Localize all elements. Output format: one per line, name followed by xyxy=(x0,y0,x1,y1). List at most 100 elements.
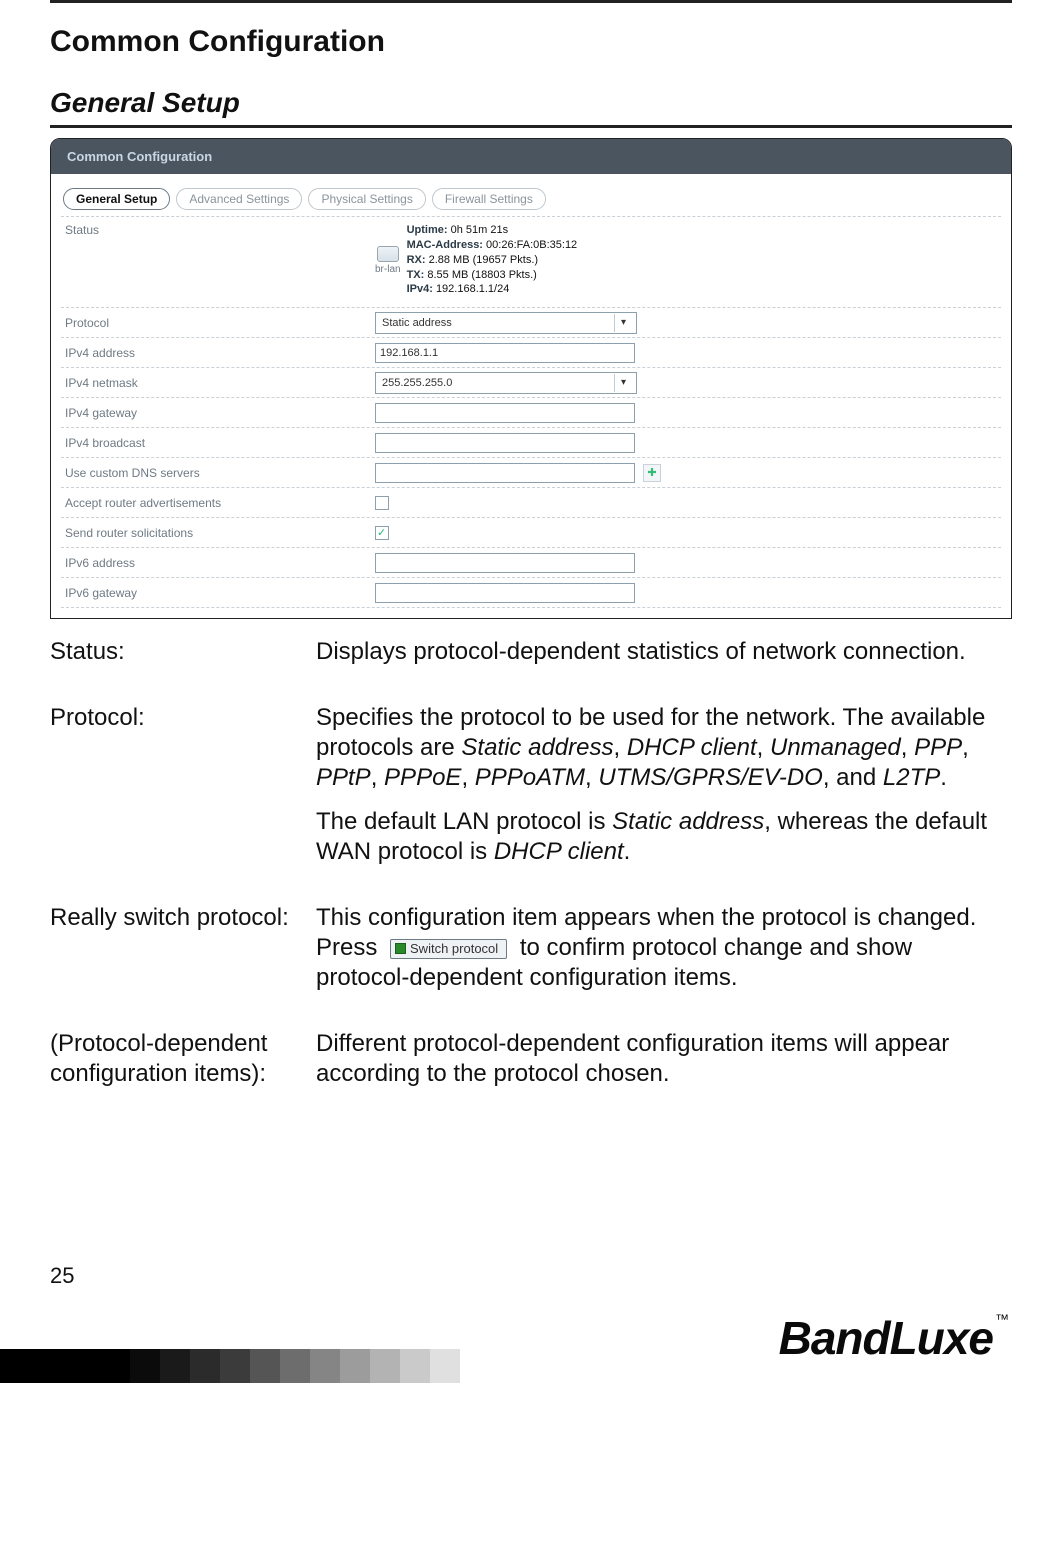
i: Static address xyxy=(461,734,613,761)
footer-square xyxy=(220,1349,250,1383)
description-section: Status: Displays protocol-dependent stat… xyxy=(50,637,1012,1103)
chevron-down-icon: ▾ xyxy=(614,374,632,392)
ipv6-gateway-label: IPv6 gateway xyxy=(65,586,375,600)
row-status: Status br-lan Uptime: 0h 51m 21s MAC-Add… xyxy=(61,217,1001,308)
rx-value: 2.88 MB (19657 Pkts.) xyxy=(429,254,538,266)
t: , and xyxy=(823,764,883,791)
row-protocol: Protocol Static address ▾ xyxy=(61,308,1001,338)
tabs: General Setup Advanced Settings Physical… xyxy=(63,188,1001,210)
i: PPP xyxy=(914,734,962,761)
footer-square xyxy=(130,1349,160,1383)
ipv4-address-label: IPv4 address xyxy=(65,346,375,360)
ipv6-gateway-input[interactable] xyxy=(375,583,635,603)
row-ipv6-address: IPv6 address xyxy=(61,548,1001,578)
row-send-rs: Send router solicitations xyxy=(61,518,1001,548)
desc-protocol-p1: Specifies the protocol to be used for th… xyxy=(316,703,1012,793)
i: L2TP xyxy=(883,764,940,791)
tab-firewall-settings[interactable]: Firewall Settings xyxy=(432,188,546,210)
ipv4-gateway-input[interactable] xyxy=(375,403,635,423)
ipv4-label: IPv4: xyxy=(407,283,433,295)
switch-protocol-label: Switch protocol xyxy=(410,941,498,956)
t: . xyxy=(940,764,947,791)
config-panel: Common Configuration General Setup Advan… xyxy=(50,138,1012,619)
footer-square xyxy=(190,1349,220,1383)
row-ipv4-gateway: IPv4 gateway xyxy=(61,398,1001,428)
desc-switch-text: This configuration item appears when the… xyxy=(316,903,1012,993)
i: PPtP xyxy=(316,764,371,791)
t: , xyxy=(962,734,969,761)
t: , xyxy=(757,734,770,761)
t: , xyxy=(371,764,384,791)
mac-label: MAC-Address: xyxy=(407,239,483,251)
i: DHCP client xyxy=(494,838,624,865)
ipv4-gateway-label: IPv4 gateway xyxy=(65,406,375,420)
page-title: Common Configuration xyxy=(50,25,1012,59)
rx-label: RX: xyxy=(407,254,426,266)
row-ipv4-netmask: IPv4 netmask 255.255.255.0 ▾ xyxy=(61,368,1001,398)
desc-status-term: Status: xyxy=(50,637,300,681)
t: . xyxy=(624,838,631,865)
config-panel-header: Common Configuration xyxy=(51,139,1011,174)
desc-protocol-term: Protocol: xyxy=(50,703,300,881)
status-label: Status xyxy=(65,223,375,237)
row-ipv6-gateway: IPv6 gateway xyxy=(61,578,1001,608)
interface-badge: br-lan xyxy=(375,246,401,275)
tab-general-setup[interactable]: General Setup xyxy=(63,188,170,210)
section-title: General Setup xyxy=(50,87,1012,119)
form-rows: Status br-lan Uptime: 0h 51m 21s MAC-Add… xyxy=(61,216,1001,608)
footer-square xyxy=(310,1349,340,1383)
tx-value: 8.55 MB (18803 Pkts.) xyxy=(427,269,536,281)
desc-pdep-text: Different protocol-dependent configurati… xyxy=(316,1029,1012,1089)
footer-square xyxy=(160,1349,190,1383)
ipv4-netmask-label: IPv4 netmask xyxy=(65,376,375,390)
send-rs-label: Send router solicitations xyxy=(65,526,375,540)
send-rs-checkbox[interactable] xyxy=(375,526,389,540)
footer-square xyxy=(370,1349,400,1383)
footer-square xyxy=(280,1349,310,1383)
tab-physical-settings[interactable]: Physical Settings xyxy=(308,188,425,210)
desc-pdep-term: (Protocol-dependent configuration items)… xyxy=(50,1029,300,1103)
dns-input[interactable] xyxy=(375,463,635,483)
chevron-down-icon: ▾ xyxy=(614,314,632,332)
mac-value: 00:26:FA:0B:35:12 xyxy=(486,239,577,251)
desc-switch-term: Really switch protocol: xyxy=(50,903,300,1007)
page-number: 25 xyxy=(50,1263,1012,1289)
uptime-label: Uptime: xyxy=(407,224,448,236)
ipv4-broadcast-input[interactable] xyxy=(375,433,635,453)
i: PPPoATM xyxy=(475,764,585,791)
desc-status-text: Displays protocol-dependent statistics o… xyxy=(316,637,1012,667)
desc-switch-protocol: Really switch protocol: This configurati… xyxy=(50,903,1012,1007)
accept-ra-label: Accept router advertisements xyxy=(65,496,375,510)
ipv4-netmask-select[interactable]: 255.255.255.0 ▾ xyxy=(375,372,637,394)
dns-label: Use custom DNS servers xyxy=(65,466,375,480)
desc-protocol: Protocol: Specifies the protocol to be u… xyxy=(50,703,1012,881)
i: Static address xyxy=(612,808,764,835)
i: DHCP client xyxy=(627,734,757,761)
t: , xyxy=(461,764,474,791)
top-rule xyxy=(50,0,1012,3)
row-accept-ra: Accept router advertisements xyxy=(61,488,1001,518)
protocol-select[interactable]: Static address ▾ xyxy=(375,312,637,334)
interface-icon xyxy=(377,246,399,262)
tab-advanced-settings[interactable]: Advanced Settings xyxy=(176,188,302,210)
row-ipv4-address: IPv4 address xyxy=(61,338,1001,368)
ipv6-address-label: IPv6 address xyxy=(65,556,375,570)
page-footer: 25 BandLuxe™ xyxy=(50,1263,1012,1383)
footer-square xyxy=(250,1349,280,1383)
ipv4-broadcast-label: IPv4 broadcast xyxy=(65,436,375,450)
protocol-select-value: Static address xyxy=(382,317,452,329)
protocol-label: Protocol xyxy=(65,316,375,330)
interface-name: br-lan xyxy=(375,264,401,275)
t: , xyxy=(613,734,626,761)
ipv6-address-input[interactable] xyxy=(375,553,635,573)
switch-protocol-button[interactable]: Switch protocol xyxy=(390,939,507,959)
tx-label: TX: xyxy=(407,269,425,281)
t: , xyxy=(585,764,598,791)
footer-gradient-bar xyxy=(0,1349,1062,1383)
row-ipv4-broadcast: IPv4 broadcast xyxy=(61,428,1001,458)
ipv4-address-input[interactable] xyxy=(375,343,635,363)
add-dns-button[interactable]: ✚ xyxy=(643,464,661,482)
t: The default LAN protocol is xyxy=(316,808,612,835)
desc-status: Status: Displays protocol-dependent stat… xyxy=(50,637,1012,681)
accept-ra-checkbox[interactable] xyxy=(375,496,389,510)
